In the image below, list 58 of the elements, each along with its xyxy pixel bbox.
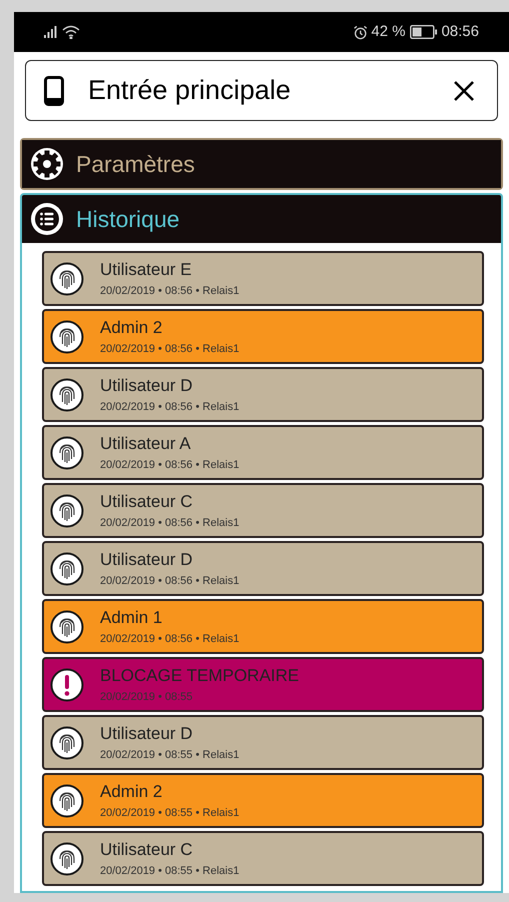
entry-name: Utilisateur C — [100, 838, 194, 860]
entry-name: BLOCAGE TEMPORAIRE — [100, 664, 300, 686]
entry-details: 20/02/2019 • 08:55 • Relais1 — [100, 806, 240, 820]
section-title: Historique — [76, 204, 180, 234]
fingerprint-icon — [50, 320, 84, 354]
entry-name: Utilisateur C — [100, 490, 194, 512]
settings-icon — [30, 147, 64, 181]
entry-name: Utilisateur D — [100, 548, 194, 570]
entry-name: Admin 2 — [100, 780, 164, 802]
entry-name: Admin 2 — [100, 316, 164, 338]
fingerprint-icon — [50, 610, 84, 644]
entry-name: Utilisateur D — [100, 374, 194, 396]
entry-details: 20/02/2019 • 08:56 • Relais1 — [100, 516, 240, 530]
fingerprint-icon — [50, 552, 84, 586]
entry-details: 20/02/2019 • 08:56 • Relais1 — [100, 284, 240, 298]
entry-name: Utilisateur A — [100, 432, 192, 454]
entry-name: Utilisateur E — [100, 258, 193, 280]
entry-details: 20/02/2019 • 08:56 • Relais1 — [100, 574, 240, 588]
alarm-icon — [353, 24, 368, 40]
section-header[interactable]: Historique — [22, 195, 501, 243]
battery-icon — [410, 25, 438, 39]
entry-details: 20/02/2019 • 08:56 • Relais1 — [100, 632, 240, 646]
clock-time: 08:56 — [441, 22, 479, 42]
close-icon — [453, 80, 475, 102]
history-entry[interactable]: Utilisateur C 20/02/2019 • 08:55 • Relais1 — [42, 831, 484, 886]
entry-details: 20/02/2019 • 08:55 • Relais1 — [100, 748, 240, 762]
section-header[interactable]: Paramètres — [22, 140, 501, 188]
wifi-icon — [62, 25, 80, 39]
fingerprint-icon — [50, 784, 84, 818]
section-title: Paramètres — [76, 150, 195, 179]
entry-details: 20/02/2019 • 08:55 — [100, 690, 194, 704]
exclamation-icon — [50, 668, 84, 702]
entry-details: 20/02/2019 • 08:56 • Relais1 — [100, 458, 240, 472]
fingerprint-icon — [50, 842, 84, 876]
battery-percent: 42 % — [371, 22, 406, 42]
history-entry[interactable]: Utilisateur A 20/02/2019 • 08:56 • Relais1 — [42, 425, 484, 480]
fingerprint-icon — [50, 494, 84, 528]
phone-icon — [44, 76, 64, 106]
entry-details: 20/02/2019 • 08:56 • Relais1 — [100, 400, 240, 414]
fingerprint-icon — [50, 436, 84, 470]
history-entry[interactable]: Utilisateur D 20/02/2019 • 08:56 • Relais1 — [42, 367, 484, 422]
fingerprint-icon — [50, 378, 84, 412]
history-entry[interactable]: Utilisateur C 20/02/2019 • 08:56 • Relais1 — [42, 483, 484, 538]
fingerprint-icon — [50, 262, 84, 296]
history-entry[interactable]: Admin 1 20/02/2019 • 08:56 • Relais1 — [42, 599, 484, 654]
header-title: Entrée principale — [88, 74, 292, 108]
entry-details: 20/02/2019 • 08:56 • Relais1 — [100, 342, 240, 356]
history-entry[interactable]: Admin 2 20/02/2019 • 08:55 • Relais1 — [42, 773, 484, 828]
signal-icon — [44, 26, 58, 38]
list-icon — [30, 202, 64, 236]
history-entry[interactable]: Admin 2 20/02/2019 • 08:56 • Relais1 — [42, 309, 484, 364]
entry-name: Admin 1 — [100, 606, 164, 628]
history-entry[interactable]: Utilisateur D 20/02/2019 • 08:55 • Relais1 — [42, 715, 484, 770]
entry-name: Utilisateur D — [100, 722, 194, 744]
fingerprint-icon — [50, 726, 84, 760]
history-entry[interactable]: Utilisateur D 20/02/2019 • 08:56 • Relais1 — [42, 541, 484, 596]
entry-details: 20/02/2019 • 08:55 • Relais1 — [100, 864, 240, 878]
history-entry[interactable]: Utilisateur E 20/02/2019 • 08:56 • Relais1 — [42, 251, 484, 306]
